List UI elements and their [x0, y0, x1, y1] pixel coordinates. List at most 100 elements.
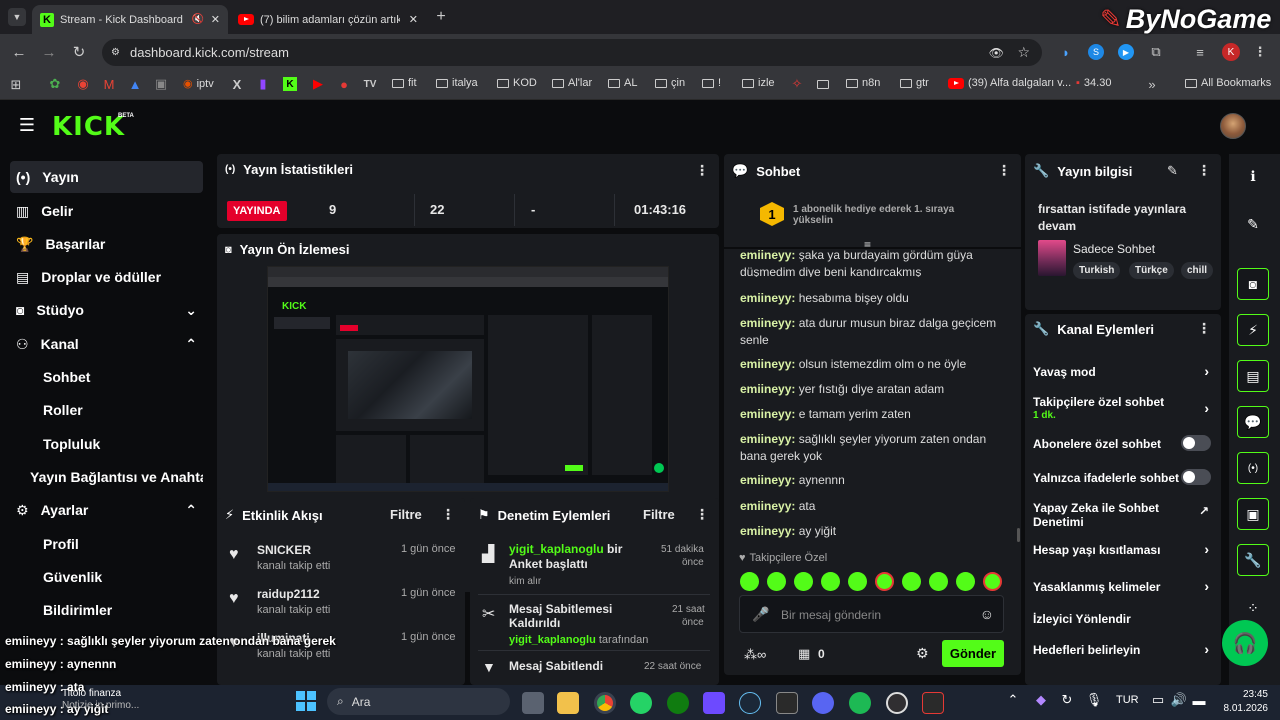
support-chat-button[interactable]: 🎧 — [1222, 620, 1268, 666]
new-tab-button[interactable]: + — [432, 8, 450, 26]
widgets-news[interactable]: Titolo finanza Notizie in primo... — [62, 688, 139, 712]
chat-bubble-icon[interactable]: 💬 — [1237, 406, 1269, 438]
bookmark-icon[interactable]: M — [102, 77, 116, 92]
x-icon[interactable]: X — [230, 77, 244, 92]
chat-username[interactable]: emiineyy — [740, 499, 791, 513]
edit-icon[interactable]: ✎ — [1167, 163, 1178, 179]
epic-games-active-icon[interactable] — [922, 692, 944, 714]
emote-only-toggle[interactable] — [1181, 469, 1211, 485]
sidebar-item-gelir[interactable]: ▥ Gelir — [10, 195, 203, 227]
close-tab-icon[interactable]: ✕ — [211, 13, 220, 26]
sidebar-item-droplar[interactable]: ▤ Droplar ve ödüller — [10, 261, 203, 293]
file-explorer-icon[interactable] — [557, 692, 579, 714]
emote-icon[interactable] — [875, 572, 894, 591]
profile-avatar[interactable]: K — [1222, 43, 1240, 61]
extension-icon[interactable]: ▶ — [1118, 44, 1134, 60]
spotify-icon[interactable] — [849, 692, 871, 714]
sidebar-item-yayin[interactable]: (•) Yayın — [10, 161, 203, 193]
sidebar-item-bildirimler[interactable]: Bildirimler — [10, 594, 203, 626]
more-options-icon[interactable]: ⋮ — [695, 162, 709, 179]
extension-icon[interactable]: ◗ — [1058, 44, 1074, 60]
taskbar-search[interactable]: ⌕ Ara — [327, 688, 510, 715]
bookmark-folder-n8n[interactable]: n8n — [846, 77, 880, 89]
bookmark-alfa[interactable]: (39) Alfa dalgaları v... — [948, 77, 1071, 89]
hamburger-menu-icon[interactable]: ☰ — [18, 115, 36, 135]
sidebar-item-ayarlar[interactable]: ⚙ Ayarlar ⌃ — [10, 494, 203, 526]
whatsapp-icon[interactable] — [630, 692, 652, 714]
bookmark-folder-gtr[interactable]: gtr — [900, 77, 929, 89]
gift-leaderboard-text[interactable]: 1 abonelik hediye ederek 1. sıraya yükse… — [793, 204, 973, 226]
more-options-icon[interactable]: ⋮ — [997, 162, 1011, 179]
extension-icon[interactable]: S — [1088, 44, 1104, 60]
category-thumbnail[interactable] — [1038, 240, 1066, 276]
apps-icon[interactable]: ⊞ — [8, 77, 24, 93]
bookmark-folder-allar[interactable]: Al'lar — [552, 77, 592, 89]
video-icon[interactable]: ▣ — [1237, 498, 1269, 530]
chat-username[interactable]: emiineyy — [740, 316, 791, 330]
chat-settings-icon[interactable]: ⚙ — [916, 645, 929, 662]
bookmark-icon[interactable]: ▲ — [128, 77, 142, 92]
chat-username[interactable]: emiineyy — [740, 524, 791, 538]
close-tab-icon[interactable]: ✕ — [409, 13, 418, 26]
tray-chevron-icon[interactable]: ⌃ — [1006, 692, 1020, 707]
bookmark-folder-cin[interactable]: çin — [655, 77, 685, 89]
tray-sync-icon[interactable]: ↻ — [1060, 692, 1074, 707]
lightning-icon[interactable]: ⚡ — [1237, 314, 1269, 346]
bookmark-3430[interactable]: ▪ 34.30 — [1076, 77, 1111, 89]
tracking-icon[interactable]: 👁 — [989, 46, 1004, 60]
sidebar-item-basarilar[interactable]: 🏆 Başarılar — [10, 228, 203, 260]
user-avatar[interactable] — [1220, 113, 1246, 139]
chatters-icon[interactable]: ⁂∞ — [744, 647, 766, 663]
tag[interactable]: Turkish — [1073, 262, 1121, 279]
reload-icon[interactable]: ↻ — [70, 43, 88, 61]
chat-username[interactable]: emiineyy — [740, 382, 791, 396]
sidebar-item-studyo[interactable]: ◙ Stüdyo ⌄ — [10, 294, 203, 326]
emote-icon[interactable] — [794, 572, 813, 591]
folder-icon[interactable] — [816, 78, 830, 90]
xbox-icon[interactable] — [667, 692, 689, 714]
site-info-icon[interactable]: ⚙ — [111, 47, 120, 58]
broadcast-icon[interactable]: (•) — [1237, 452, 1269, 484]
more-options-icon[interactable]: ⋮ — [1197, 320, 1211, 337]
tab-kick-dashboard[interactable]: K Stream - Kick Dashboard 🔇 ✕ — [32, 5, 228, 34]
pdf-icon[interactable]: ✧ — [790, 76, 804, 91]
clock[interactable]: 23:45 8.01.2026 — [1214, 688, 1269, 716]
emote-icon[interactable] — [902, 572, 921, 591]
kick-logo[interactable]: KICK — [52, 112, 125, 142]
stream-preview-video[interactable]: KICK — [267, 266, 669, 492]
sidebar-item-yayin-baglantisi[interactable]: Yayın Bağlantısı ve Anahtarı — [10, 461, 203, 493]
proton-icon[interactable] — [703, 692, 725, 714]
bookmark-icon[interactable]: ▣ — [154, 76, 168, 91]
more-options-icon[interactable]: ⋮ — [1197, 162, 1211, 179]
media-control-icon[interactable]: ≡ — [1192, 44, 1208, 60]
emote-icon[interactable] — [821, 572, 840, 591]
input-language[interactable]: TUR — [1116, 694, 1139, 706]
chat-username[interactable]: emiineyy — [740, 473, 791, 487]
chat-input[interactable]: 🎤 Bir mesaj gönderin ☺ — [739, 595, 1004, 633]
forward-icon[interactable]: → — [40, 43, 58, 61]
tab-youtube[interactable]: (7) bilim adamları çözün artık şu ✕ — [230, 5, 426, 34]
emote-icon[interactable] — [983, 572, 1002, 591]
steam-icon[interactable] — [739, 692, 761, 714]
preview-icon[interactable]: ◙ — [1237, 268, 1269, 300]
bookmark-folder-fit[interactable]: fit — [392, 77, 417, 89]
tag[interactable]: Türkçe — [1129, 262, 1174, 279]
moderator-name[interactable]: yigit_kaplanoglu — [509, 542, 604, 556]
wrench-icon[interactable]: 🔧 — [1237, 544, 1269, 576]
chat-username[interactable]: emiineyy — [740, 357, 791, 371]
bookmark-icon[interactable]: ◉ — [76, 76, 90, 91]
tag[interactable]: chill — [1181, 262, 1214, 279]
all-bookmarks[interactable]: All Bookmarks — [1185, 77, 1271, 89]
obs-icon[interactable] — [886, 692, 908, 714]
epic-games-icon[interactable] — [776, 692, 798, 714]
bookmark-folder-al[interactable]: AL — [608, 77, 637, 89]
more-options-icon[interactable]: ⋮ — [441, 506, 455, 523]
menu-icon[interactable]: ⋮ — [1252, 44, 1268, 60]
url-field[interactable]: ⚙ dashboard.kick.com/stream 👁 ☆ — [102, 39, 1042, 66]
subscribers-only-toggle[interactable] — [1181, 435, 1211, 451]
category-name[interactable]: Sadece Sohbet — [1073, 242, 1155, 256]
twitch-icon[interactable]: ▮ — [256, 76, 270, 91]
bookmark-folder-izle[interactable]: izle — [742, 77, 775, 89]
bookmark-folder-kod[interactable]: KOD — [497, 77, 537, 89]
emoji-icon[interactable]: ☺ — [980, 606, 994, 622]
